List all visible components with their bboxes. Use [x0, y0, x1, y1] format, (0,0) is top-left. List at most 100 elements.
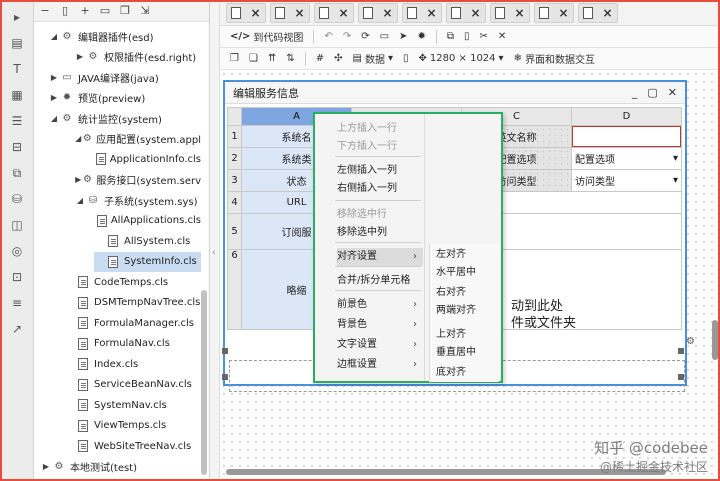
- tree-item[interactable]: ViewTemps.cls: [64, 416, 201, 436]
- tree-item[interactable]: ◢ ⚙ 统计监控(system): [48, 108, 201, 128]
- target-icon[interactable]: ⊡: [6, 266, 28, 288]
- panel-splitter[interactable]: ‹: [210, 0, 220, 481]
- tree-item[interactable]: ◢ ⛁ 子系统(system.sys): [74, 190, 201, 210]
- chart-icon[interactable]: ↗: [6, 318, 28, 340]
- close-icon[interactable]: ×: [294, 6, 304, 20]
- export-icon[interactable]: ⇲: [138, 4, 152, 18]
- align-option[interactable]: 上对齐: [436, 326, 466, 344]
- context-menu-item[interactable]: 合并/拆分单元格: [337, 272, 423, 290]
- editor-tab[interactable]: ×: [534, 2, 574, 23]
- context-menu-item[interactable]: 移除选中列: [337, 224, 423, 242]
- context-menu-item[interactable]: 右侧插入一列: [337, 180, 423, 198]
- refresh-icon[interactable]: ⟳: [361, 31, 369, 42]
- close-icon[interactable]: ×: [250, 6, 260, 20]
- group-icon[interactable]: ❐: [230, 53, 239, 64]
- resize-handle[interactable]: [678, 374, 684, 380]
- row-header[interactable]: 2: [227, 147, 242, 170]
- input-cell[interactable]: [571, 125, 682, 148]
- row-header[interactable]: 3: [227, 169, 242, 192]
- palette-icon[interactable]: ◎: [6, 240, 28, 262]
- tree-item[interactable]: CodeTemps.cls: [64, 272, 201, 292]
- collapse-icon[interactable]: ▸: [6, 6, 28, 28]
- tree-item[interactable]: FormulaManager.cls: [64, 313, 201, 333]
- tree-item[interactable]: ▶ ⚙ 本地测试(test): [40, 457, 201, 477]
- close-icon[interactable]: ×: [338, 6, 348, 20]
- tree-item[interactable]: ▶ ⚙ 权限插件(esd.right): [74, 47, 201, 67]
- layers-icon[interactable]: ⧉: [6, 162, 28, 184]
- window-titlebar[interactable]: 编辑服务信息 _ ▢ ✕: [225, 82, 685, 104]
- select-cell[interactable]: 配置选项 ▾: [571, 147, 682, 170]
- cut-icon[interactable]: ✂: [479, 31, 487, 42]
- row-header[interactable]: 4: [227, 191, 242, 214]
- maximize-icon[interactable]: ▢: [647, 86, 657, 99]
- tree-scrollbar[interactable]: [201, 290, 207, 475]
- column-header[interactable]: D: [571, 107, 682, 126]
- chevron-down-icon[interactable]: ◢: [74, 134, 82, 143]
- tree-item[interactable]: SystemNav.cls: [64, 395, 201, 415]
- bug-icon[interactable]: ✹: [417, 31, 425, 42]
- close-icon[interactable]: ×: [382, 6, 392, 20]
- chevron-down-icon[interactable]: ◢: [74, 196, 86, 205]
- tree-item[interactable]: AllApplications.cls: [94, 211, 201, 231]
- tree-item[interactable]: Index.cls: [64, 354, 201, 374]
- context-menu-item[interactable]: 前景色 ›: [337, 296, 423, 314]
- tree-item[interactable]: ▶ ▭ JAVA编译器(java): [48, 67, 201, 87]
- chevron-right-icon[interactable]: ▶: [40, 462, 52, 471]
- copy-icon[interactable]: ❐: [118, 4, 132, 18]
- tree-item[interactable]: ServiceBeanNav.cls: [64, 375, 201, 395]
- device-icon[interactable]: ▯: [403, 53, 409, 64]
- align-option[interactable]: 垂直居中: [436, 344, 476, 362]
- paste-icon[interactable]: ▯: [464, 31, 470, 42]
- form-icon[interactable]: ▦: [6, 84, 28, 106]
- close-icon[interactable]: ×: [602, 6, 612, 20]
- context-menu-item[interactable]: 背景色 ›: [337, 316, 423, 334]
- row-header[interactable]: 1: [227, 125, 242, 148]
- align-option[interactable]: 底对齐: [436, 364, 466, 382]
- code-view-button[interactable]: </> 到代码视图: [230, 29, 303, 44]
- context-menu-item[interactable]: 下方插入一行: [337, 138, 423, 156]
- chevron-right-icon[interactable]: ▶: [48, 93, 60, 102]
- close-icon[interactable]: ×: [514, 6, 524, 20]
- folder-icon[interactable]: ▭: [98, 4, 112, 18]
- editor-tab[interactable]: ×: [446, 2, 486, 23]
- close-icon[interactable]: ✕: [498, 31, 506, 42]
- undo-icon[interactable]: ↶: [324, 31, 332, 42]
- row-header[interactable]: 5: [227, 213, 242, 250]
- plus-icon[interactable]: +: [78, 4, 92, 18]
- chevron-right-icon[interactable]: ▶: [74, 175, 82, 184]
- context-menu-item[interactable]: 对齐设置 ›: [337, 248, 423, 266]
- close-icon[interactable]: ✕: [668, 86, 677, 99]
- select-cell[interactable]: 访问类型 ▾: [571, 169, 682, 192]
- tree-item[interactable]: ◢ ⚙ 应用配置(system.appl: [74, 129, 201, 149]
- align-option[interactable]: 右对齐: [436, 284, 466, 302]
- tree-item[interactable]: ApplicationInfo.cls: [94, 149, 201, 169]
- editor-tab[interactable]: ×: [402, 2, 442, 23]
- list-icon[interactable]: ☰: [6, 110, 28, 132]
- database-icon[interactable]: ⛁: [6, 188, 28, 210]
- align-top-icon[interactable]: ⇈: [268, 53, 276, 64]
- editor-tab[interactable]: ×: [270, 2, 310, 23]
- panel-icon[interactable]: ▤: [6, 32, 28, 54]
- align-center-icon[interactable]: ⇅: [286, 53, 294, 64]
- canvas-vertical-scrollbar[interactable]: [712, 320, 718, 360]
- shapes-icon[interactable]: ◫: [6, 214, 28, 236]
- tree-item[interactable]: AllSystem.cls: [94, 231, 201, 251]
- tree-item[interactable]: SystemInfo.cls: [94, 251, 201, 272]
- tree-item[interactable]: ▶ ✹ 预览(preview): [48, 88, 201, 108]
- context-menu-item[interactable]: 上方插入一行: [337, 120, 423, 138]
- editor-tab[interactable]: ×: [314, 2, 354, 23]
- tree-item[interactable]: ◢ ⚙ 编辑器插件(esd): [48, 26, 201, 46]
- context-menu-item[interactable]: 移除选中行: [337, 206, 423, 224]
- interaction-button[interactable]: ❄ 界面和数据交互: [514, 51, 595, 66]
- comment-icon[interactable]: ▭: [380, 31, 389, 42]
- settings-sliders-icon[interactable]: ≡: [6, 292, 28, 314]
- editor-tab[interactable]: ×: [578, 2, 618, 23]
- context-menu-item[interactable]: 边框设置 ›: [337, 356, 423, 374]
- editor-tab[interactable]: ×: [358, 2, 398, 23]
- tree-item[interactable]: FormulaNav.cls: [64, 334, 201, 354]
- ungroup-icon[interactable]: ❏: [249, 53, 258, 64]
- chevron-right-icon[interactable]: ▶: [74, 52, 86, 61]
- redo-icon[interactable]: ↷: [343, 31, 351, 42]
- data-menu-button[interactable]: ▤ 数据 ▾: [353, 51, 393, 66]
- resize-handle[interactable]: [678, 348, 684, 354]
